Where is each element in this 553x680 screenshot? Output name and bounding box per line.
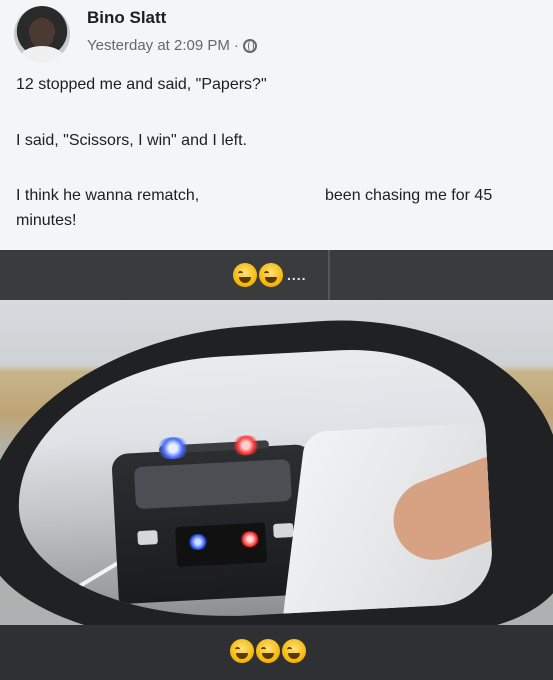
windshield <box>133 459 292 510</box>
post-text-line: minutes! <box>16 212 77 229</box>
post-meta: Yesterday at 2:09 PM · <box>87 37 257 54</box>
post-text-line: 12 stopped me and said, "Papers?" <box>16 76 267 93</box>
laughing-crying-emoji-icon <box>230 639 254 663</box>
caption-bar-top: .... <box>0 250 553 300</box>
caption-bar-bottom <box>0 625 553 680</box>
meta-separator: · <box>233 37 239 54</box>
post-text-line: I said, "Scissors, I win" and I left. <box>16 132 247 149</box>
avatar[interactable] <box>14 6 70 62</box>
red-light <box>230 434 262 457</box>
globe-icon[interactable] <box>242 38 257 53</box>
caption-ellipsis: .... <box>287 267 307 283</box>
post-timestamp[interactable]: Yesterday at 2:09 PM <box>87 37 230 54</box>
caption-divider <box>328 250 330 300</box>
avatar-shirt <box>20 46 64 62</box>
post-header: Bino Slatt Yesterday at 2:09 PM · <box>0 0 553 70</box>
post-text-line: been chasing me for 45 <box>325 187 493 204</box>
author-name[interactable]: Bino Slatt <box>87 8 166 28</box>
laughing-crying-emoji-icon <box>233 263 257 287</box>
laughing-crying-emoji-icon <box>282 639 306 663</box>
caption-bottom-emojis <box>230 639 306 663</box>
laughing-crying-emoji-icon <box>256 639 280 663</box>
avatar-face <box>30 18 54 48</box>
post-body: 12 stopped me and said, "Papers?" I said… <box>0 70 553 250</box>
headlight <box>137 530 158 546</box>
caption-top-emojis: .... <box>233 263 307 287</box>
post-text-line: I think he wanna rematch, <box>16 187 200 204</box>
headlight <box>273 522 294 538</box>
meme-photo <box>0 300 553 625</box>
laughing-crying-emoji-icon <box>259 263 283 287</box>
blue-light <box>154 436 192 461</box>
